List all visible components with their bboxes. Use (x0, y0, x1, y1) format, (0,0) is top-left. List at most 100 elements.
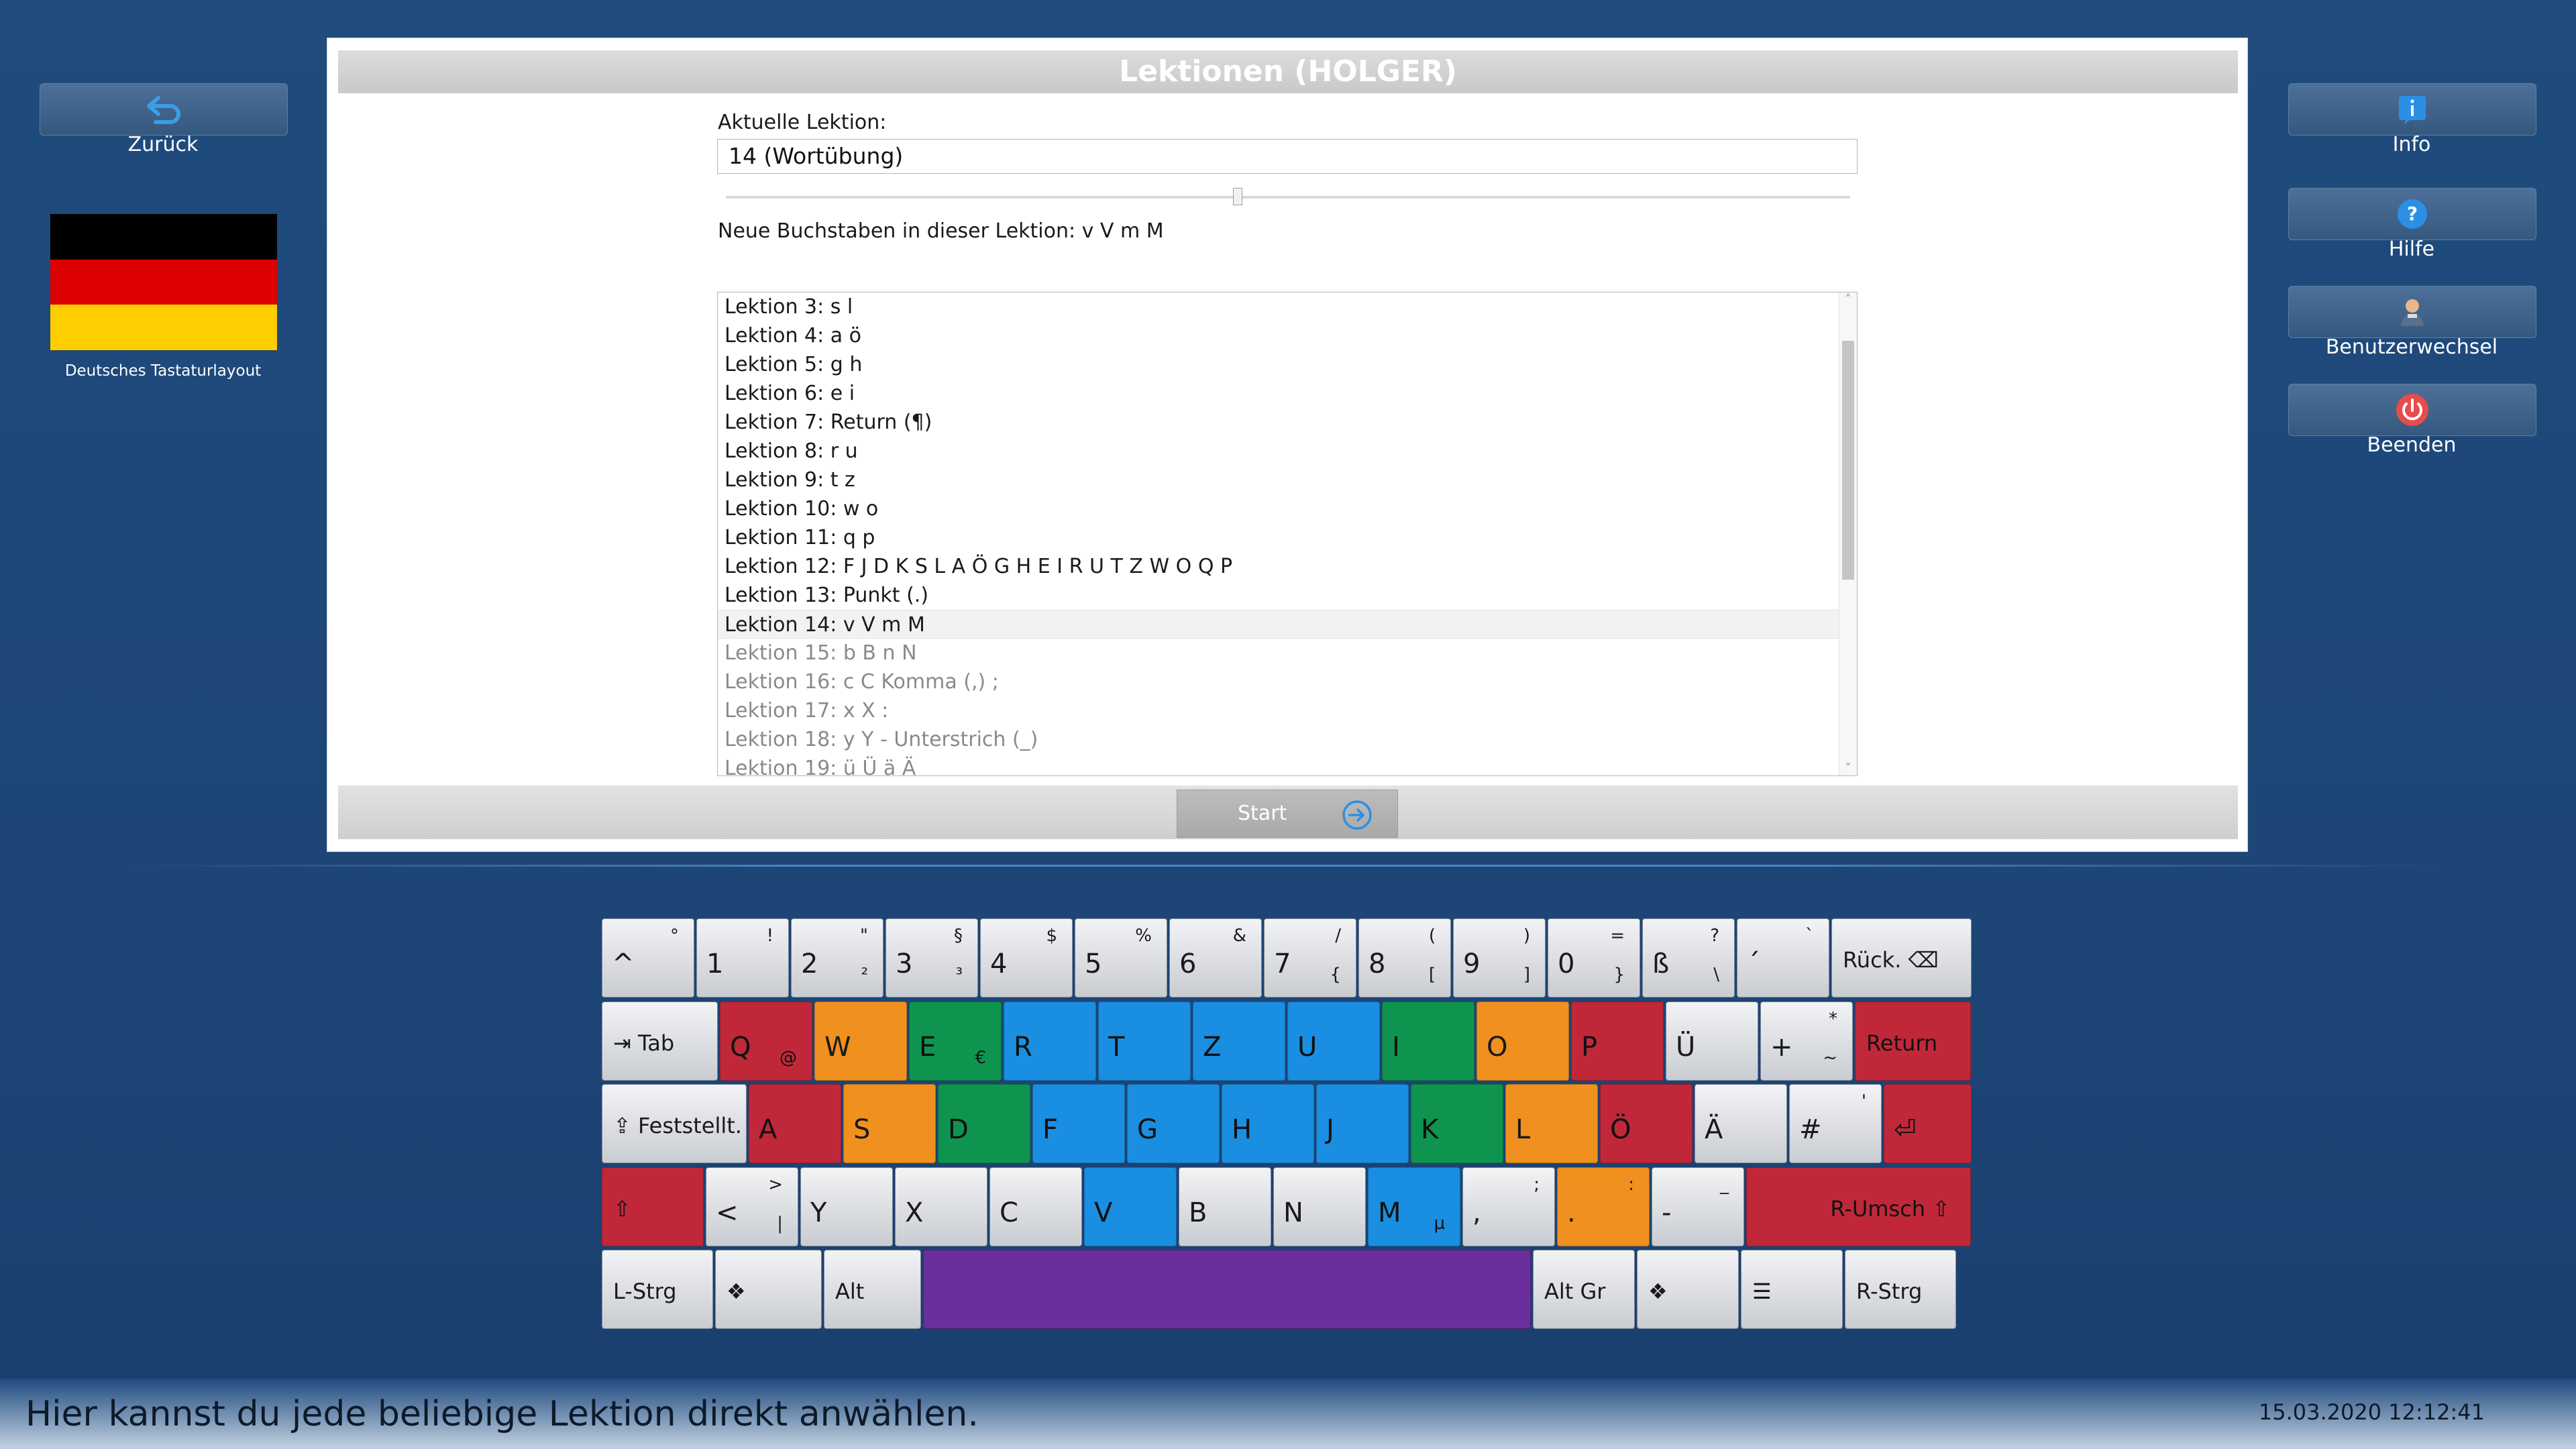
start-button[interactable]: Start (1177, 790, 1398, 838)
lesson-item[interactable]: Lektion 3: s l (718, 292, 1857, 321)
key[interactable]: 4 $ (980, 918, 1073, 998)
help-label[interactable]: Hilfe (2288, 237, 2535, 261)
key[interactable]: - _ (1652, 1167, 1744, 1246)
key[interactable]: < > | (706, 1167, 798, 1246)
key[interactable]: B (1179, 1167, 1271, 1246)
key[interactable]: K (1411, 1084, 1503, 1163)
info-button[interactable] (2288, 83, 2536, 136)
key[interactable]: 0 =} (1548, 918, 1640, 998)
lesson-item[interactable]: Lektion 8: r u (718, 437, 1857, 466)
key[interactable] (923, 1250, 1531, 1329)
key[interactable]: H (1222, 1084, 1314, 1163)
lesson-item[interactable]: Lektion 9: t z (718, 466, 1857, 494)
key[interactable]: ❖ (715, 1250, 822, 1329)
scroll-up-icon[interactable]: ˄ (1839, 292, 1857, 307)
lesson-item[interactable]: Lektion 11: q p (718, 523, 1857, 552)
key[interactable]: Ö (1600, 1084, 1693, 1163)
key[interactable]: ⇧ (602, 1167, 704, 1246)
key[interactable]: C (989, 1167, 1082, 1246)
key[interactable]: Return (1855, 1002, 1971, 1081)
key[interactable]: W (814, 1002, 907, 1081)
key[interactable]: ,; (1462, 1167, 1555, 1246)
lesson-item[interactable]: Lektion 7: Return (¶) (718, 408, 1857, 437)
key[interactable]: U (1287, 1002, 1380, 1081)
scroll-down-icon[interactable]: ˅ (1839, 761, 1857, 775)
lesson-list-scrollbar[interactable]: ˄ ˅ (1839, 292, 1857, 775)
key[interactable]: G (1127, 1084, 1220, 1163)
key[interactable]: 2 " ² (791, 918, 883, 998)
quit-button[interactable] (2288, 384, 2536, 436)
key[interactable]: Alt (824, 1250, 921, 1329)
current-lesson-field[interactable]: 14 (Wortübung) (717, 139, 1858, 174)
key[interactable]: D (938, 1084, 1030, 1163)
lesson-slider-handle[interactable] (1233, 188, 1242, 205)
key[interactable]: ❖ (1637, 1250, 1739, 1329)
switch-user-button[interactable] (2288, 286, 2536, 338)
key[interactable]: Alt Gr (1533, 1250, 1635, 1329)
key[interactable]: I (1382, 1002, 1474, 1081)
german-flag-icon[interactable] (50, 213, 278, 351)
lesson-item[interactable]: Lektion 16: c C Komma (,) ; (718, 667, 1857, 696)
lesson-item[interactable]: Lektion 12: F J D K S L A Ö G H E I R U … (718, 552, 1857, 581)
key[interactable]: Y (800, 1167, 893, 1246)
key[interactable]: ⏎ (1884, 1084, 1972, 1163)
key-label: Y (810, 1197, 827, 1228)
quit-label[interactable]: Beenden (2288, 433, 2535, 457)
key[interactable]: 7 / { (1264, 918, 1356, 998)
lesson-slider-track[interactable] (726, 196, 1850, 199)
key[interactable]: ⇪ Feststellt. (602, 1084, 747, 1163)
key[interactable]: F (1032, 1084, 1125, 1163)
key[interactable]: Q @ (720, 1002, 812, 1081)
key[interactable]: 1! (696, 918, 789, 998)
key[interactable]: 9)] (1453, 918, 1546, 998)
key[interactable]: ☰ (1741, 1250, 1843, 1329)
key[interactable]: + * ~ (1760, 1002, 1853, 1081)
key[interactable]: Ä (1695, 1084, 1787, 1163)
key[interactable]: A (749, 1084, 841, 1163)
key[interactable]: P (1571, 1002, 1664, 1081)
back-button[interactable] (40, 83, 288, 136)
lesson-item[interactable]: Lektion 4: a ö (718, 321, 1857, 350)
key[interactable]: L (1505, 1084, 1598, 1163)
lesson-item[interactable]: Lektion 17: x X : (718, 696, 1857, 725)
key[interactable]: ß? \ (1642, 918, 1735, 998)
lesson-item[interactable]: Lektion 5: g h (718, 350, 1857, 379)
back-label[interactable]: Zurück (40, 133, 286, 156)
key[interactable]: 3 § ³ (885, 918, 978, 998)
key[interactable]: Rück. ⌫ (1831, 918, 1972, 998)
lesson-item[interactable]: Lektion 18: y Y - Unterstrich (_) (718, 725, 1857, 754)
key[interactable]: O (1477, 1002, 1569, 1081)
key[interactable]: X (895, 1167, 987, 1246)
key[interactable]: E € (909, 1002, 1002, 1081)
key[interactable]: 6 & (1169, 918, 1262, 998)
info-label[interactable]: Info (2288, 133, 2535, 156)
key[interactable]: L-Strg (602, 1250, 713, 1329)
key[interactable]: ⇥ Tab (602, 1002, 718, 1081)
key[interactable]: ´ ` (1737, 918, 1829, 998)
lesson-item[interactable]: Lektion 15: b B n N (718, 639, 1857, 667)
lesson-item[interactable]: Lektion 14: v V m M (718, 610, 1857, 639)
lesson-item[interactable]: Lektion 13: Punkt (.) (718, 581, 1857, 610)
lesson-item[interactable]: Lektion 6: e i (718, 379, 1857, 408)
key[interactable]: # ' (1789, 1084, 1882, 1163)
key[interactable]: 8 ([ (1358, 918, 1451, 998)
help-button[interactable]: ? (2288, 188, 2536, 240)
lesson-item[interactable]: Lektion 10: w o (718, 494, 1857, 523)
key[interactable]: V (1084, 1167, 1177, 1246)
scrollbar-thumb[interactable] (1842, 341, 1854, 580)
lesson-item[interactable]: Lektion 19: ü Ü ä Ä (718, 754, 1857, 775)
switch-user-label[interactable]: Benutzerwechsel (2288, 335, 2535, 359)
key[interactable]: S (843, 1084, 936, 1163)
key[interactable]: Ü (1666, 1002, 1758, 1081)
key[interactable]: 5% (1075, 918, 1167, 998)
key[interactable]: R-Strg (1845, 1250, 1956, 1329)
key[interactable]: N (1273, 1167, 1366, 1246)
key[interactable]: ^ ° (602, 918, 694, 998)
key[interactable]: R (1004, 1002, 1096, 1081)
key[interactable]: Z (1193, 1002, 1285, 1081)
key[interactable]: R-Umsch ⇧ (1746, 1167, 1971, 1246)
key[interactable]: J (1316, 1084, 1409, 1163)
key[interactable]: T (1098, 1002, 1191, 1081)
key[interactable]: Mµ (1368, 1167, 1460, 1246)
key[interactable]: .: (1557, 1167, 1650, 1246)
